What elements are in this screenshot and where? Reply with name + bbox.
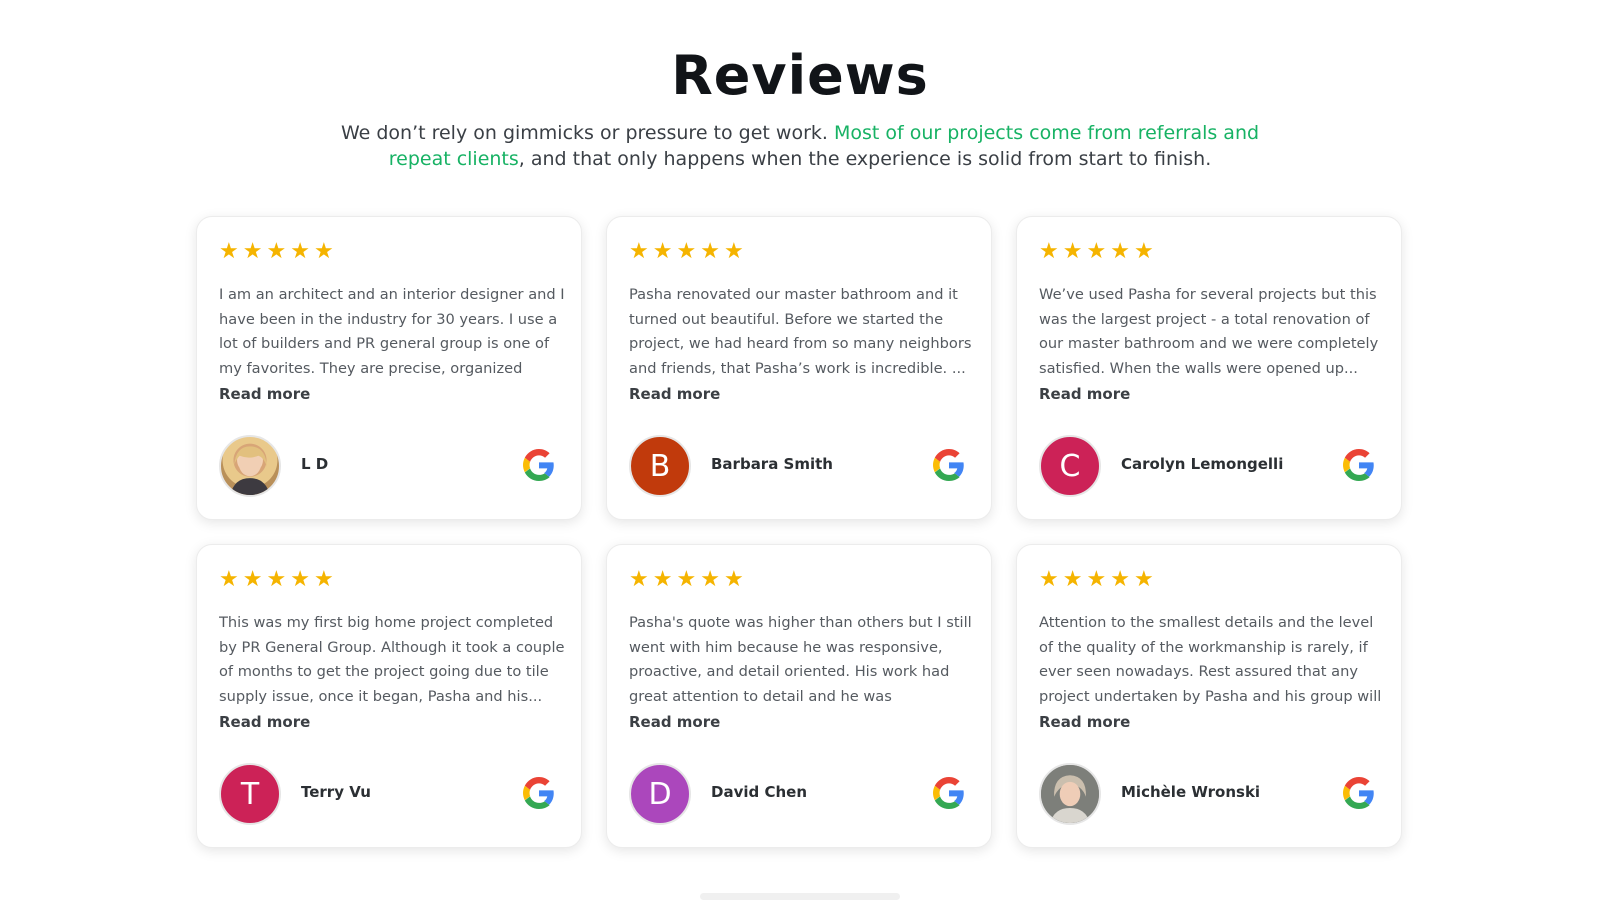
star-icon: ★ [219, 567, 239, 592]
star-icon: ★ [313, 567, 334, 592]
review-card: ★ ★ ★ ★ ★ Pasha renovated our master bathroo… [606, 216, 992, 520]
review-card: ★ ★ ★ ★ ★ Pasha's quote was higher than othe… [606, 544, 992, 848]
review-text: We’ve used Pasha for several projects bu… [1039, 286, 1379, 377]
reviewer-name: Terry Vu [301, 783, 371, 801]
star-rating: ★ ★ ★ ★ ★ [1039, 569, 1154, 591]
reviewer-name: David Chen [711, 783, 807, 801]
star-icon: ★ [242, 239, 263, 264]
star-icon: ★ [1062, 567, 1083, 592]
star-icon: ★ [1133, 239, 1154, 264]
star-icon: ★ [1039, 567, 1059, 592]
star-icon: ★ [1039, 239, 1059, 264]
star-icon: ★ [313, 239, 334, 264]
read-more-link[interactable]: Read more [1039, 713, 1130, 731]
star-icon: ★ [242, 567, 263, 592]
review-text: Pasha's quote was higher than others but… [629, 614, 972, 705]
read-more-link[interactable]: Read more [1039, 385, 1130, 403]
star-icon: ★ [266, 239, 287, 264]
google-icon [1343, 777, 1374, 809]
star-icon: ★ [1133, 567, 1154, 592]
star-icon: ★ [700, 239, 720, 264]
google-icon [933, 449, 964, 481]
reviewer-name: Michèle Wronski [1121, 783, 1261, 801]
star-icon: ★ [219, 239, 239, 264]
carousel-indicator [700, 893, 900, 900]
review-card: ★ ★ ★ ★ ★ This was my first big home project… [196, 544, 582, 848]
avatar: B [629, 435, 691, 497]
google-icon [1343, 449, 1374, 481]
google-icon [523, 777, 554, 809]
review-card: ★ ★ ★ ★ ★ We’ve used Pasha for several proje… [1016, 216, 1402, 520]
review-text: Pasha renovated our master bathroom and … [629, 286, 972, 377]
review-text: This was my first big home project compl… [219, 614, 565, 705]
star-icon: ★ [1110, 239, 1130, 264]
star-icon: ★ [290, 239, 310, 264]
star-icon: ★ [652, 239, 673, 264]
section-intro: We don’t rely on gimmicks or pressure to… [330, 120, 1270, 172]
review-card: ★ ★ ★ ★ ★ Attention to the smallest details … [1016, 544, 1402, 848]
star-icon: ★ [1110, 567, 1130, 592]
avatar: C [1039, 435, 1101, 497]
star-icon: ★ [1062, 239, 1083, 264]
star-icon: ★ [1086, 567, 1107, 592]
reviewer-name: Barbara Smith [711, 455, 833, 473]
star-icon: ★ [723, 567, 744, 592]
read-more-link[interactable]: Read more [629, 385, 720, 403]
star-icon: ★ [652, 567, 673, 592]
star-rating: ★ ★ ★ ★ ★ [1039, 241, 1154, 263]
star-rating: ★ ★ ★ ★ ★ [629, 569, 744, 591]
reviewer-name: Carolyn Lemongelli [1121, 455, 1284, 473]
star-icon: ★ [676, 239, 697, 264]
avatar [1039, 763, 1101, 825]
star-rating: ★ ★ ★ ★ ★ [219, 569, 334, 591]
avatar-photo-icon [1041, 765, 1099, 823]
read-more-link[interactable]: Read more [629, 713, 720, 731]
avatar: T [219, 763, 281, 825]
review-text: I am an architect and an interior design… [219, 286, 565, 377]
avatar: D [629, 763, 691, 825]
star-icon: ★ [629, 239, 649, 264]
reviews-grid: ★ ★ ★ ★ ★ I am an architect and an interior … [196, 216, 1402, 848]
star-icon: ★ [290, 567, 310, 592]
avatar [219, 435, 281, 497]
intro-text: We don’t rely on gimmicks or pressure to… [340, 122, 834, 144]
read-more-link[interactable]: Read more [219, 385, 310, 403]
google-icon [933, 777, 964, 809]
star-rating: ★ ★ ★ ★ ★ [629, 241, 744, 263]
review-text: Attention to the smallest details and th… [1039, 614, 1382, 705]
avatar-photo-icon [230, 446, 270, 495]
star-icon: ★ [266, 567, 287, 592]
star-icon: ★ [700, 567, 720, 592]
star-icon: ★ [629, 567, 649, 592]
section-title: Reviews [671, 44, 929, 107]
intro-text-end: , and that only happens when the experie… [518, 148, 1212, 170]
star-icon: ★ [723, 239, 744, 264]
reviewer-name: L D [301, 455, 329, 473]
star-icon: ★ [676, 567, 697, 592]
star-rating: ★ ★ ★ ★ ★ [219, 241, 334, 263]
read-more-link[interactable]: Read more [219, 713, 310, 731]
star-icon: ★ [1086, 239, 1107, 264]
google-icon [523, 449, 554, 481]
review-card: ★ ★ ★ ★ ★ I am an architect and an interior … [196, 216, 582, 520]
